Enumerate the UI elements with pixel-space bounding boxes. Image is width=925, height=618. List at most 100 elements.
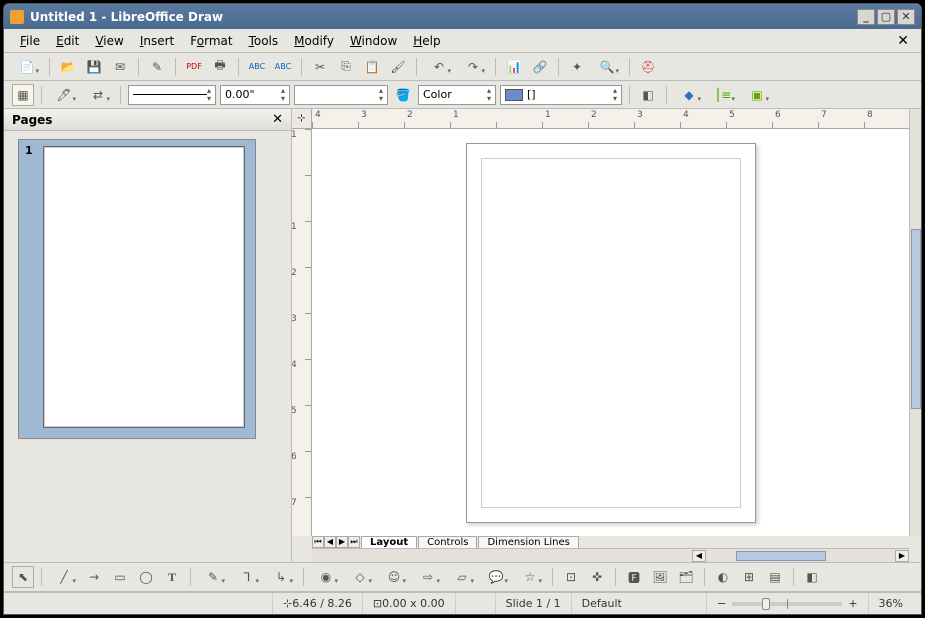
text-tool[interactable]: T [161,566,183,588]
undo-button[interactable]: ↶ [424,56,454,78]
document-close-icon[interactable]: ✕ [893,33,913,49]
zoom-button[interactable]: 🔍 [592,56,622,78]
horizontal-scrollbar[interactable]: ◀ ▶ [312,548,909,562]
hscroll-right-icon[interactable]: ▶ [895,550,909,562]
line-color-button[interactable]: 🖊 [49,84,79,106]
chart-button[interactable]: 📊 [503,56,525,78]
vertical-scrollbar[interactable] [909,109,921,536]
page-thumbnail[interactable]: 1 [18,139,256,439]
area-fill-button[interactable]: 🪣 [392,84,414,106]
gallery-tool[interactable]: 🗂 [675,566,697,588]
menu-help[interactable]: Help [405,32,448,50]
edit-button[interactable]: ✎ [146,56,168,78]
cut-button[interactable]: ✂ [309,56,331,78]
tab-nav-last-icon[interactable]: ⏭ [348,536,360,548]
select-tool[interactable]: ⬉ [12,566,34,588]
3d-objects-tool[interactable]: ◉ [311,566,341,588]
show-grid-button[interactable]: ▦ [12,84,34,106]
save-button[interactable]: 💾 [83,56,105,78]
titlebar[interactable]: Untitled 1 - LibreOffice Draw _ ▢ ✕ [4,4,921,29]
tab-dimension-lines[interactable]: Dimension Lines [478,536,578,548]
line-tool[interactable]: ╱ [49,566,79,588]
standard-toolbar: 📄 📂 💾 ✉ ✎ PDF 🖶 ABC ABC ✂ ⎘ 📋 🖌 ↶ ↷ 📊 🔗 … [4,53,921,81]
vertical-ruler[interactable]: 112345678910 [292,129,312,536]
from-file-tool[interactable]: 🖼 [649,566,671,588]
close-button[interactable]: ✕ [897,9,915,25]
menu-tools[interactable]: Tools [241,32,287,50]
status-style[interactable]: Default [571,593,632,614]
email-button[interactable]: ✉ [109,56,131,78]
arrow-style-button[interactable]: ⇄ [83,84,113,106]
arrow-line-tool[interactable]: → [83,566,105,588]
symbol-shapes-tool[interactable]: ☺ [379,566,409,588]
fill-color-combo[interactable]: [] ▴▾ [500,85,622,105]
fill-type-combo[interactable]: Color ▴▾ [418,85,496,105]
tab-layout[interactable]: Layout [361,536,417,548]
line-style-combo[interactable]: ▴▾ [128,85,216,105]
zoom-control[interactable]: −+ [706,593,867,614]
navigator-button[interactable]: ✦ [566,56,588,78]
export-pdf-button[interactable]: PDF [183,56,205,78]
hyperlink-button[interactable]: 🔗 [529,56,551,78]
pages-panel: Pages ✕ 1 [4,109,292,562]
help-button[interactable]: ⛑ [637,56,659,78]
hscroll-left-icon[interactable]: ◀ [692,550,706,562]
horizontal-ruler[interactable]: 4321123456789101112 [312,109,909,129]
canvas-area: ⊹ 4321123456789101112 112345678910 ⏮ ◀ ▶… [292,109,921,562]
rectangle-tool[interactable]: ▭ [109,566,131,588]
stars-tool[interactable]: ☆ [515,566,545,588]
tab-nav-first-icon[interactable]: ⏮ [312,536,324,548]
arrange-tool[interactable]: ▤ [764,566,786,588]
menu-window[interactable]: Window [342,32,405,50]
shadow-button[interactable]: ◧ [637,84,659,106]
menu-view[interactable]: View [87,32,131,50]
flowcharts-tool[interactable]: ▱ [447,566,477,588]
edit-points-tool[interactable]: ⊡ [560,566,582,588]
gluepoints-tool[interactable]: ✜ [586,566,608,588]
basic-shapes-tool[interactable]: ◇ [345,566,375,588]
ruler-corner[interactable]: ⊹ [292,109,312,129]
styles-button[interactable]: ◆ [674,84,704,106]
minimize-button[interactable]: _ [857,9,875,25]
paste-button[interactable]: 📋 [361,56,383,78]
fontwork-tool[interactable]: 🅵 [623,566,645,588]
tab-controls[interactable]: Controls [418,536,477,548]
callouts-tool[interactable]: 💬 [481,566,511,588]
copy-button[interactable]: ⎘ [335,56,357,78]
arrange-button[interactable]: ▣ [742,84,772,106]
block-arrows-tool[interactable]: ⇨ [413,566,443,588]
zoom-value[interactable]: 36% [868,593,913,614]
menu-insert[interactable]: Insert [132,32,182,50]
tab-nav-next-icon[interactable]: ▶ [336,536,348,548]
line-color-combo[interactable]: ▴▾ [294,85,388,105]
line-width-combo[interactable]: 0.00" ▴▾ [220,85,290,105]
pages-panel-header[interactable]: Pages ✕ [4,109,291,131]
menu-format[interactable]: Format [182,32,240,50]
lines-arrows-tool[interactable]: ↳ [266,566,296,588]
line-width-value: 0.00" [225,88,255,101]
new-button[interactable]: 📄 [12,56,42,78]
effects-tool[interactable]: ◐ [712,566,734,588]
connector-tool[interactable]: ⅂ [232,566,262,588]
drawing-toolbar: ⬉ ╱ → ▭ ◯ T ✎ ⅂ ↳ ◉ ◇ ☺ ⇨ ▱ 💬 ☆ ⊡ ✜ 🅵 🖼 … [4,562,921,592]
ellipse-tool[interactable]: ◯ [135,566,157,588]
page[interactable] [466,143,756,523]
format-paintbrush-button[interactable]: 🖌 [387,56,409,78]
autospellcheck-button[interactable]: ABC [272,56,294,78]
open-button[interactable]: 📂 [57,56,79,78]
curve-tool[interactable]: ✎ [198,566,228,588]
redo-button[interactable]: ↷ [458,56,488,78]
tab-nav-prev-icon[interactable]: ◀ [324,536,336,548]
drawing-canvas[interactable] [312,129,909,536]
maximize-button[interactable]: ▢ [877,9,895,25]
extrusion-tool[interactable]: ◧ [801,566,823,588]
align-button[interactable]: ⎮≡ [708,84,738,106]
page-thumbnail-preview [43,146,245,428]
menu-file[interactable]: File [12,32,48,50]
menu-modify[interactable]: Modify [286,32,342,50]
alignment-tool[interactable]: ⊞ [738,566,760,588]
pages-panel-close-icon[interactable]: ✕ [272,112,283,127]
menu-edit[interactable]: Edit [48,32,87,50]
spellcheck-button[interactable]: ABC [246,56,268,78]
print-button[interactable]: 🖶 [209,56,231,78]
